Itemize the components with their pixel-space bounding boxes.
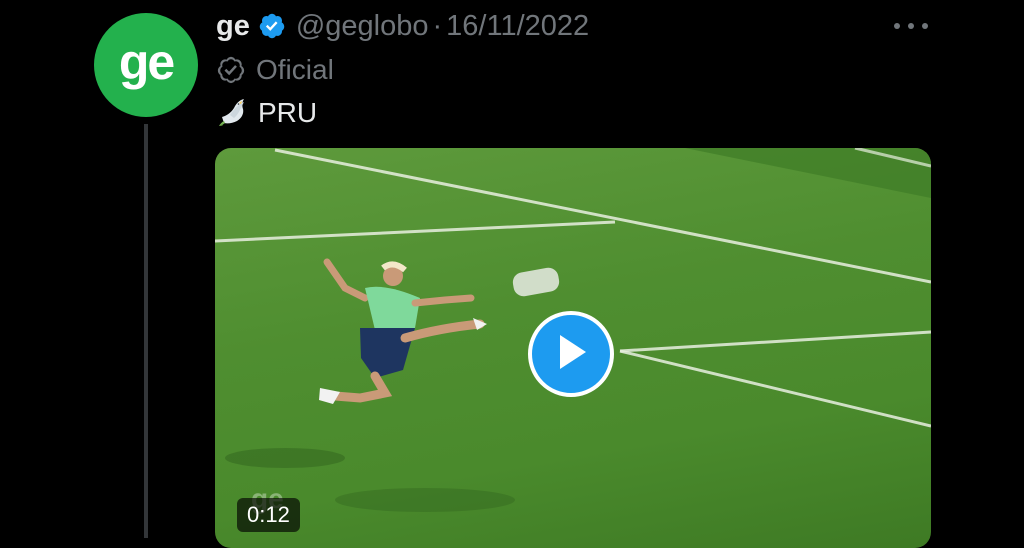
tweet-text-row: PRU <box>216 94 317 132</box>
tweet-header: ge @geglobo · 16/11/2022 <box>216 8 589 44</box>
affiliation-label[interactable]: Oficial <box>256 54 334 86</box>
play-icon <box>554 333 588 376</box>
dove-icon <box>216 95 252 131</box>
official-badge-icon <box>216 55 246 85</box>
separator-dot: · <box>432 9 443 42</box>
author-handle[interactable]: @geglobo <box>296 10 429 43</box>
tweet-text: PRU <box>258 97 318 128</box>
affiliation-row: Oficial <box>216 52 334 88</box>
author-avatar[interactable]: ge <box>94 13 198 117</box>
thread-line <box>144 124 148 538</box>
author-name[interactable]: ge <box>216 10 250 43</box>
play-button[interactable] <box>528 311 614 397</box>
tweet-date[interactable]: 16/11/2022 <box>446 10 589 43</box>
verified-badge-icon <box>258 12 286 40</box>
avatar-logo-text: ge <box>118 34 175 90</box>
video-player[interactable]: ge 0:12 <box>215 148 931 548</box>
more-options-icon[interactable] <box>894 14 928 38</box>
video-duration: 0:12 <box>237 498 300 532</box>
